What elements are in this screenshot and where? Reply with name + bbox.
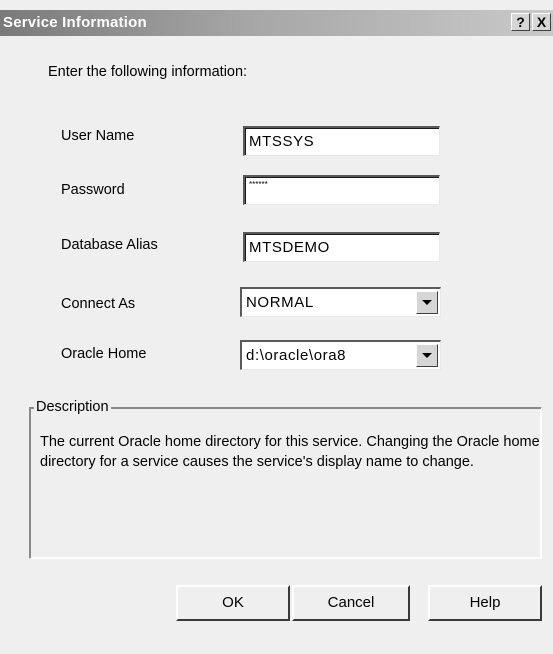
title-help-button[interactable]: ? xyxy=(511,13,530,31)
user-name-input[interactable]: MTSSYS xyxy=(243,126,440,156)
oracle-home-value: d:\oracle\ora8 xyxy=(246,347,347,364)
database-alias-label: Database Alias xyxy=(61,237,158,253)
help-button[interactable]: Help xyxy=(428,585,542,621)
connect-as-value: NORMAL xyxy=(246,294,314,311)
chevron-down-icon[interactable] xyxy=(416,291,438,314)
instruction-text: Enter the following information: xyxy=(48,64,248,80)
connect-as-label: Connect As xyxy=(61,296,136,312)
user-name-label: User Name xyxy=(61,128,135,144)
cancel-button[interactable]: Cancel xyxy=(292,585,410,621)
description-legend: Description xyxy=(34,399,111,415)
window-title: Service Information xyxy=(3,14,147,31)
description-groupbox xyxy=(29,407,542,559)
service-information-dialog: Service Information ? X Enter the follow… xyxy=(0,0,553,654)
database-alias-input[interactable]: MTSDEMO xyxy=(243,232,440,262)
password-input[interactable]: ****** xyxy=(243,175,440,205)
oracle-home-select[interactable]: d:\oracle\ora8 xyxy=(240,340,441,370)
chevron-down-icon[interactable] xyxy=(416,344,438,367)
password-label: Password xyxy=(61,182,125,198)
title-close-button[interactable]: X xyxy=(532,13,551,31)
ok-button[interactable]: OK xyxy=(176,585,290,621)
oracle-home-label: Oracle Home xyxy=(61,346,147,362)
description-text: The current Oracle home directory for th… xyxy=(40,434,540,470)
connect-as-select[interactable]: NORMAL xyxy=(240,287,441,317)
title-bar: Service Information ? X xyxy=(0,10,553,36)
